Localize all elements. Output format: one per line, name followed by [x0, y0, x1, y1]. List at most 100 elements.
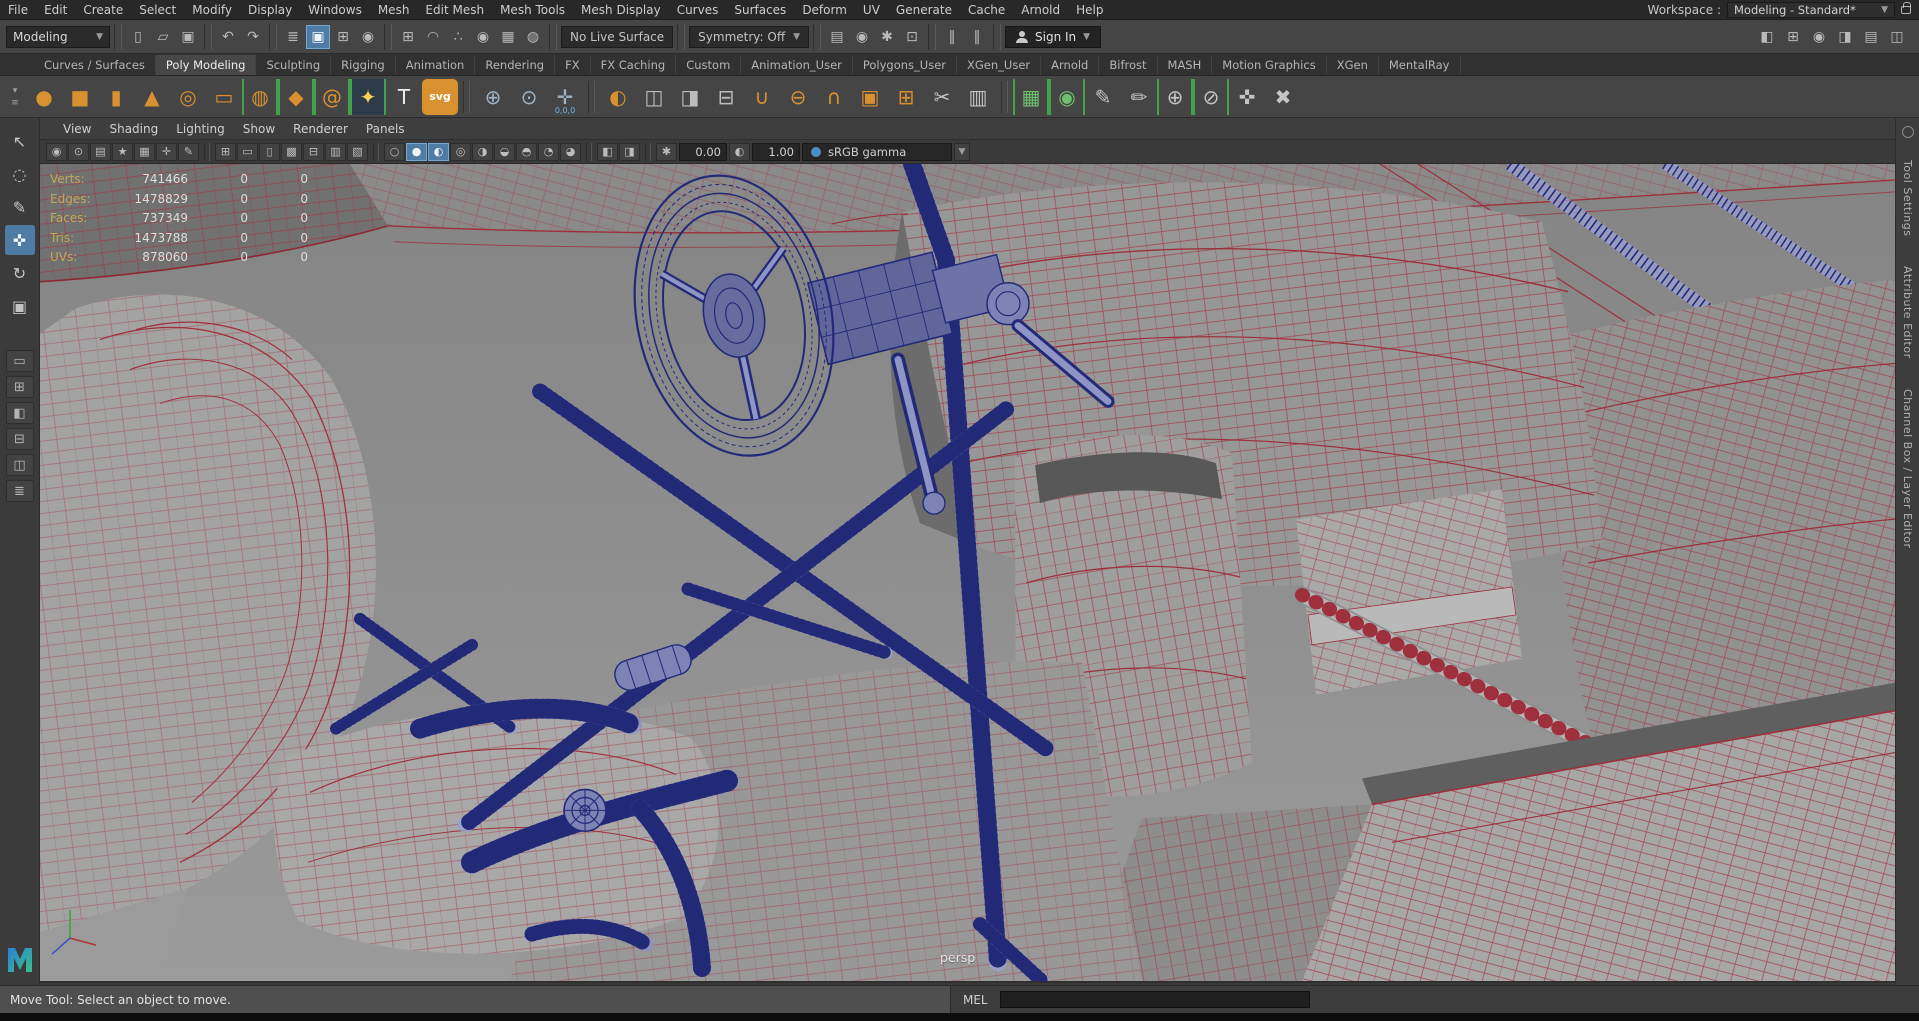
shadows-icon[interactable]: ◑ [472, 142, 493, 161]
hypershade-layout-icon[interactable]: ◫ [5, 454, 34, 476]
scale-tool-icon[interactable]: ▣ [5, 291, 35, 321]
safe-action-icon[interactable]: ▥ [325, 142, 346, 161]
make-live-icon[interactable]: ◍ [521, 25, 545, 49]
poly-cone-icon[interactable]: ▲ [134, 79, 170, 115]
shelf-tab[interactable]: FX [555, 55, 591, 75]
locator-icon[interactable]: ⊙ [511, 79, 547, 115]
shelf-tab[interactable]: Custom [676, 55, 742, 75]
panel-menu-item[interactable]: View [54, 122, 100, 136]
character-controls-toggle-icon[interactable]: ◉ [1807, 25, 1831, 49]
render-view-icon[interactable]: ▤ [825, 25, 849, 49]
gamma-icon[interactable]: ◐ [729, 142, 750, 161]
textured-mode-icon[interactable]: ◐ [428, 142, 449, 161]
shelf-menu-icon[interactable]: ≡ [11, 98, 19, 108]
transform-constraint-icon[interactable]: ✜ [1229, 79, 1265, 115]
isolate-select-icon[interactable]: ◧ [597, 142, 618, 161]
chevron-down-icon[interactable]: ▼ [954, 142, 970, 161]
poly-cylinder-icon[interactable]: ▮ [98, 79, 134, 115]
poke-face-icon[interactable]: ⊞ [888, 79, 924, 115]
modeling-toolkit-toggle-icon[interactable]: ⊞ [1781, 25, 1805, 49]
panel-menu-item[interactable]: Renderer [284, 122, 357, 136]
command-language-toggle[interactable]: MEL [951, 993, 1000, 1007]
render-settings-icon[interactable]: ⊡ [900, 25, 924, 49]
shelf-tab-menu-icon[interactable]: ▾ [13, 86, 18, 96]
menu-item[interactable]: File [0, 3, 36, 17]
wireframe-mode-icon[interactable]: ○ [384, 142, 405, 161]
film-gate-icon[interactable]: ▭ [237, 142, 258, 161]
camera-attributes-icon[interactable]: ▤ [90, 142, 111, 161]
shelf-tab[interactable]: Animation_User [741, 55, 853, 75]
xray-icon[interactable]: ◨ [619, 142, 640, 161]
persp-graph-layout-icon[interactable]: ⊟ [5, 428, 34, 450]
panel-menu-item[interactable]: Panels [357, 122, 414, 136]
snap-point-icon[interactable]: ∴ [446, 25, 470, 49]
slide-edge-icon[interactable]: ⊘ [1193, 78, 1229, 115]
shelf-tab[interactable]: MentalRay [1379, 55, 1461, 75]
ipr-render-icon[interactable]: ✱ [875, 25, 899, 49]
boolean-intersection-icon[interactable]: ∩ [816, 79, 852, 115]
persp-outliner-layout-icon[interactable]: ◧ [5, 402, 34, 424]
menu-item[interactable]: Surfaces [726, 3, 794, 17]
attribute-editor-toggle-icon[interactable]: ◨ [1833, 25, 1857, 49]
poly-disc-icon[interactable]: ◍ [242, 78, 278, 115]
paint-select-tool-icon[interactable]: ✎ [5, 192, 35, 222]
resolution-gate-icon[interactable]: ▯ [259, 142, 280, 161]
poly-torus-icon[interactable]: ◎ [170, 79, 206, 115]
knife-cut-icon[interactable]: ✖ [1265, 79, 1301, 115]
viewport[interactable]: Verts: 741466 0 0 Edges: 1478829 0 0 Fac… [40, 164, 1895, 983]
new-scene-icon[interactable]: ▯ [126, 25, 150, 49]
menu-item[interactable]: Create [75, 3, 131, 17]
select-asset-icon[interactable]: ◉ [356, 25, 380, 49]
symmetry-dropdown[interactable]: Symmetry: Off ▼ [689, 25, 810, 48]
construction-plane-icon[interactable]: ⊕ [475, 79, 511, 115]
lock-camera-icon[interactable]: ⊙ [68, 142, 89, 161]
pan-zoom-icon[interactable]: ✛ [156, 142, 177, 161]
single-pane-layout-icon[interactable]: ▭ [5, 350, 34, 372]
panel-menu-item[interactable]: Shading [100, 122, 167, 136]
dof-icon[interactable]: ◕ [560, 142, 581, 161]
platonic-solid-icon[interactable]: ◆ [278, 78, 314, 115]
menu-item[interactable]: Mesh [370, 3, 418, 17]
bookmark-icon[interactable]: ★ [112, 142, 133, 161]
sidebar-tab[interactable]: Channel Box / Layer Editor [1901, 381, 1914, 557]
menu-set-dropdown[interactable]: Modeling ▼ [6, 25, 110, 48]
menu-item[interactable]: Edit Mesh [417, 3, 492, 17]
menu-item[interactable]: Generate [888, 3, 960, 17]
multi-cut-icon[interactable]: ✂ [924, 79, 960, 115]
menu-item[interactable]: Arnold [1013, 3, 1068, 17]
shelf-tab[interactable]: MASH [1158, 55, 1213, 75]
target-weld-icon[interactable]: ⊕ [1157, 78, 1193, 115]
menu-item[interactable]: Modify [184, 3, 240, 17]
viewport-canvas[interactable] [40, 164, 1895, 981]
channel-box-toggle-icon[interactable]: ◫ [1885, 25, 1909, 49]
gate-mask-icon[interactable]: ▩ [281, 142, 302, 161]
mirror-icon[interactable]: ◐ [600, 79, 636, 115]
extract-icon[interactable]: ⊟ [708, 79, 744, 115]
shelf-tab[interactable]: XGen [1327, 55, 1379, 75]
shelf-tab[interactable]: Sculpting [256, 55, 332, 75]
command-input[interactable] [999, 991, 1310, 1008]
menu-item[interactable]: Curves [669, 3, 727, 17]
exposure-field[interactable]: 0.00 [679, 142, 727, 161]
combine-icon[interactable]: ◫ [636, 79, 672, 115]
shelf-tab[interactable]: Animation [396, 55, 476, 75]
save-scene-icon[interactable]: ▣ [176, 25, 200, 49]
shelf-tab[interactable]: Poly Modeling [155, 55, 257, 75]
select-camera-icon[interactable]: ◉ [46, 142, 67, 161]
sculpt-pencil-icon[interactable]: ✎ [1085, 79, 1121, 115]
snap-projected-center-icon[interactable]: ◉ [471, 25, 495, 49]
select-hierarchy-icon[interactable]: ≣ [281, 25, 305, 49]
svg-tool-icon[interactable]: svg [422, 78, 458, 115]
quad-draw-icon[interactable]: ▦ [1013, 78, 1049, 115]
grease-pencil-icon[interactable]: ✎ [178, 142, 199, 161]
smooth-mesh-icon[interactable]: ▣ [852, 79, 888, 115]
type-tool-icon[interactable]: T [386, 79, 422, 115]
render-current-frame-icon[interactable]: ◉ [850, 25, 874, 49]
all-lights-icon[interactable]: ◎ [450, 142, 471, 161]
move-tool-icon[interactable]: ✜ [4, 225, 35, 255]
workspace-dropdown[interactable]: Modeling - Standard* ▼ [1727, 2, 1895, 18]
snap-view-plane-icon[interactable]: ▦ [496, 25, 520, 49]
tool-settings-toggle-icon[interactable]: ▤ [1859, 25, 1883, 49]
outliner-panel-icon[interactable]: ≣ [5, 480, 34, 502]
snap-grid-icon[interactable]: ⊞ [396, 25, 420, 49]
